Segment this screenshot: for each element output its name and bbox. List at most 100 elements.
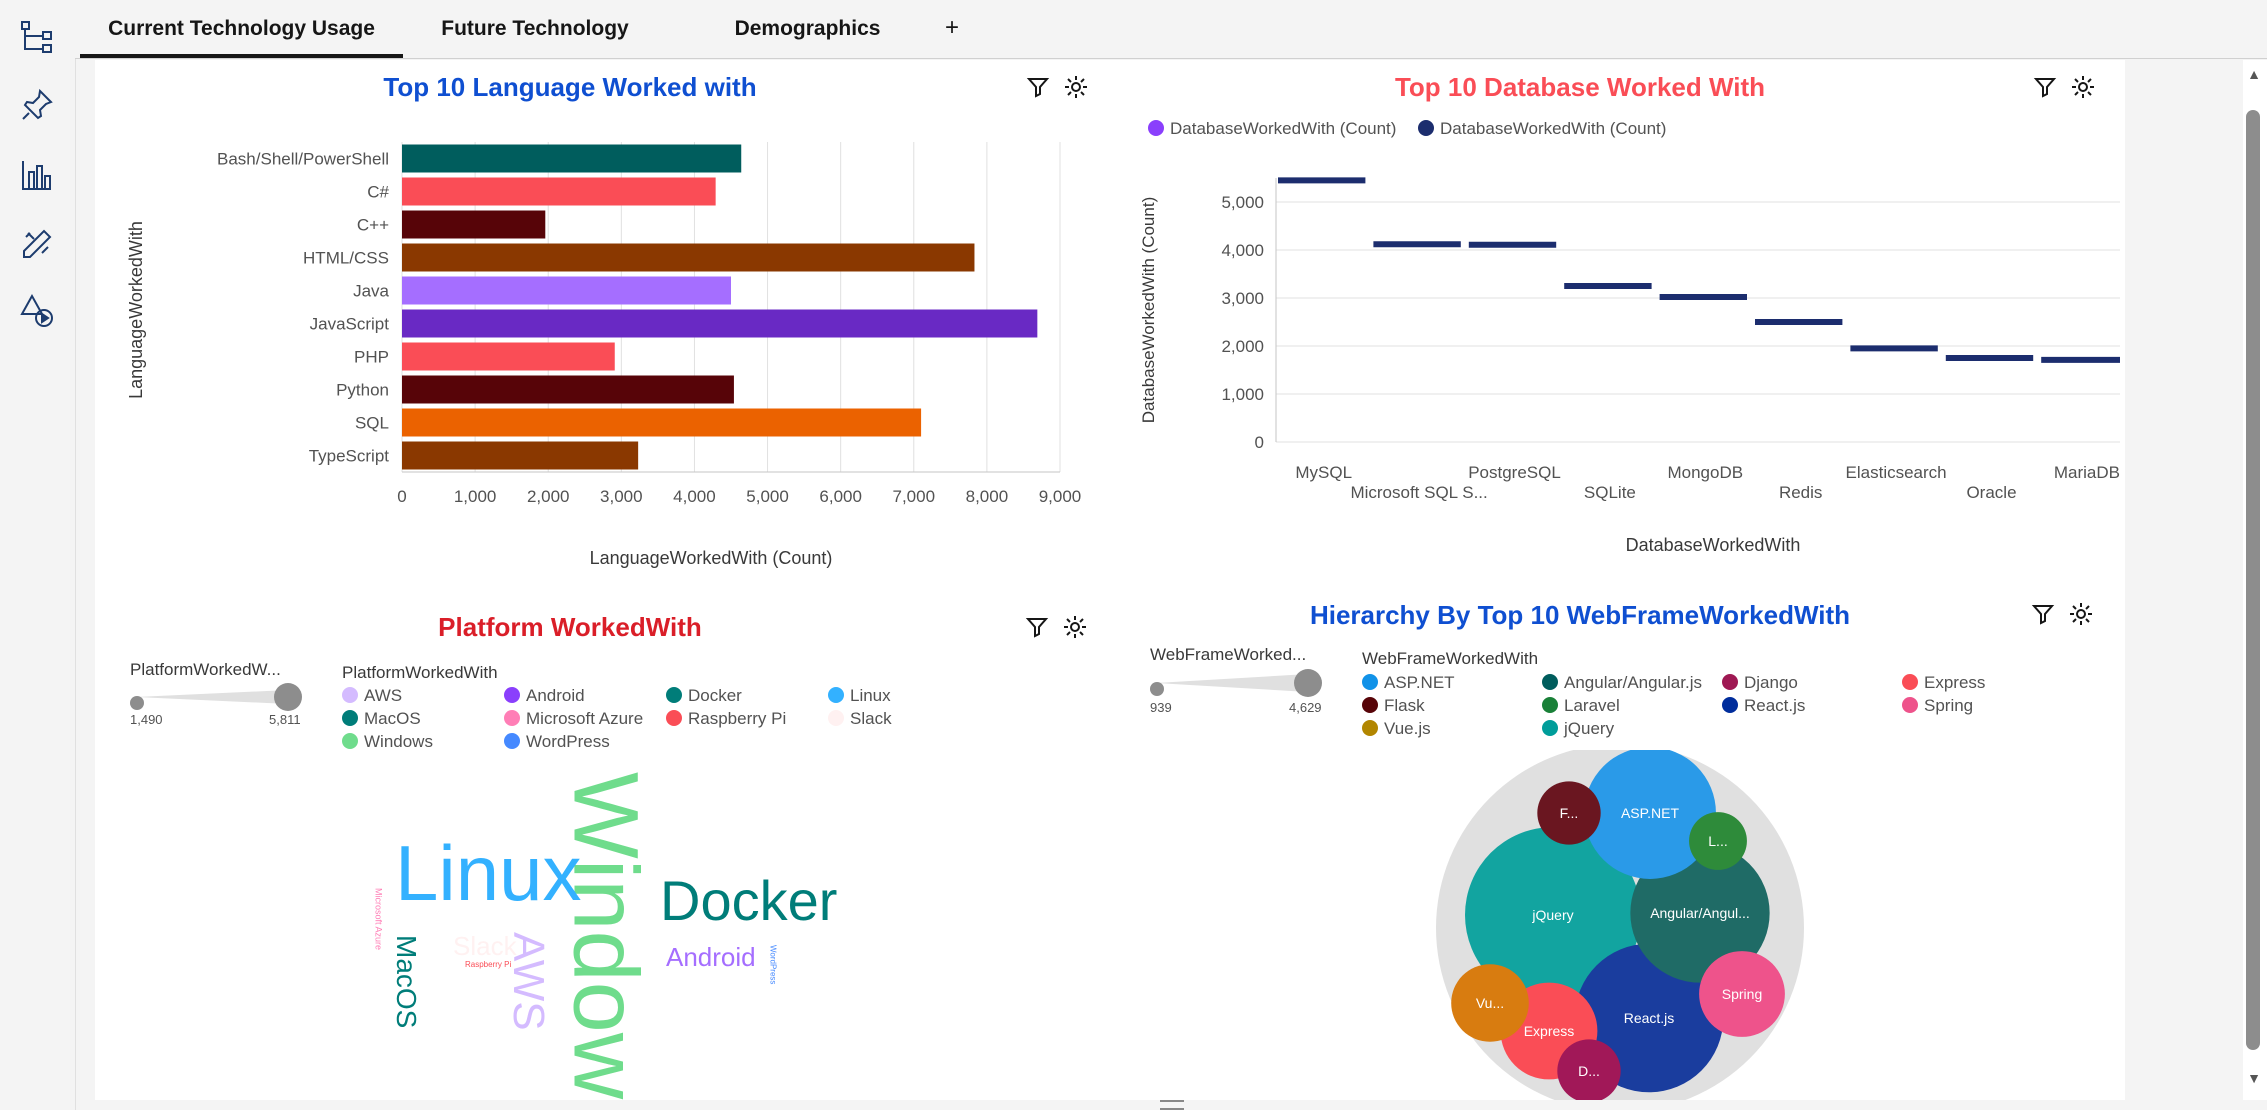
- settings-icon[interactable]: [2070, 74, 2096, 100]
- legend-dot-icon: [1542, 720, 1558, 736]
- legend-item: DatabaseWorkedWith (Count): [1148, 119, 1396, 139]
- scroll-down-icon[interactable]: ▼: [2244, 1070, 2264, 1086]
- legend-item[interactable]: Django: [1722, 673, 1798, 693]
- filter-icon[interactable]: [2030, 601, 2056, 627]
- scroll-up-icon[interactable]: ▲: [2244, 66, 2264, 82]
- add-tab-button[interactable]: +: [945, 0, 959, 58]
- legend-item[interactable]: Linux: [828, 686, 891, 706]
- legend-item[interactable]: MacOS: [342, 709, 421, 729]
- scrollbar-thumb[interactable]: [2246, 110, 2260, 1050]
- bar[interactable]: [402, 309, 1038, 338]
- y-tick-label: Java: [353, 282, 389, 301]
- settings-icon[interactable]: [2068, 601, 2094, 627]
- word-cloud-word[interactable]: Slack: [453, 931, 518, 961]
- word-cloud-word[interactable]: Android: [666, 942, 756, 972]
- platform-chart-title: Platform WorkedWith: [438, 612, 702, 642]
- bar[interactable]: [402, 408, 922, 437]
- legend-item[interactable]: Angular/Angular.js: [1542, 673, 1702, 693]
- legend-label: Microsoft Azure: [526, 709, 644, 728]
- legend-item[interactable]: React.js: [1722, 696, 1805, 716]
- resize-handle-icon[interactable]: [1160, 1100, 1184, 1110]
- legend-item[interactable]: Vue.js: [1362, 719, 1431, 739]
- tab-demographics[interactable]: Demographics: [720, 0, 895, 58]
- design-icon[interactable]: [18, 225, 56, 263]
- legend-dot-icon: [1902, 674, 1918, 690]
- word-cloud-word[interactable]: WordPress: [768, 945, 777, 984]
- legend-dot-icon: [504, 710, 520, 726]
- legend-item[interactable]: jQuery: [1542, 719, 1614, 739]
- x-tick-label: Oracle: [1966, 483, 2016, 502]
- legend-dot-icon: [828, 710, 844, 726]
- bar[interactable]: [402, 276, 731, 305]
- x-tick-label: 2,000: [527, 487, 570, 506]
- legend-dot-icon: [828, 687, 844, 703]
- chart-icon[interactable]: [18, 156, 56, 194]
- bubble-label: Spring: [1722, 986, 1762, 1002]
- x-axis-title: LanguageWorkedWith (Count): [590, 548, 833, 568]
- legend-item[interactable]: Laravel: [1542, 696, 1620, 716]
- legend-dot-icon: [1902, 697, 1918, 713]
- y-tick-label: JavaScript: [310, 315, 390, 334]
- legend-label: ASP.NET: [1384, 673, 1455, 692]
- legend-dot-icon: [504, 733, 520, 749]
- filter-icon[interactable]: [1025, 74, 1051, 100]
- word-cloud-word[interactable]: Linux: [395, 829, 581, 917]
- settings-icon[interactable]: [1062, 614, 1088, 640]
- platform-size-slider[interactable]: [128, 682, 308, 712]
- tree-icon[interactable]: [18, 18, 56, 56]
- left-sidebar: [0, 0, 76, 1110]
- bubble-label: React.js: [1624, 1010, 1675, 1026]
- bubble-label: jQuery: [1531, 907, 1573, 923]
- bubble-label: Angular/Angul...: [1650, 905, 1750, 921]
- legend-item[interactable]: WordPress: [504, 732, 610, 752]
- legend-dot-icon: [666, 687, 682, 703]
- legend-item[interactable]: AWS: [342, 686, 402, 706]
- bubble-label: F...: [1560, 805, 1579, 821]
- bar[interactable]: [402, 177, 716, 206]
- legend-item[interactable]: Windows: [342, 732, 433, 752]
- legend-item[interactable]: Express: [1902, 673, 1985, 693]
- legend-dot-icon: [1362, 674, 1378, 690]
- legend-item[interactable]: Docker: [666, 686, 742, 706]
- legend-item[interactable]: Raspberry Pi: [666, 709, 786, 729]
- pin-icon[interactable]: [18, 86, 56, 124]
- legend-item[interactable]: Slack: [828, 709, 892, 729]
- tab-future-technology-trend[interactable]: Future Technology Trend: [415, 0, 655, 98]
- legend-item[interactable]: Microsoft Azure: [504, 709, 643, 729]
- bar[interactable]: [402, 375, 734, 404]
- word-cloud-word[interactable]: Raspberry Pi: [465, 960, 511, 969]
- y-tick-label: 1,000: [1221, 385, 1264, 404]
- bar[interactable]: [402, 144, 742, 173]
- bar[interactable]: [402, 342, 615, 371]
- y-tick-label: 2,000: [1221, 337, 1264, 356]
- legend-label: Docker: [688, 686, 742, 705]
- word-cloud-word[interactable]: Docker: [660, 869, 837, 932]
- x-tick-label: SQLite: [1584, 483, 1636, 502]
- filter-icon[interactable]: [1024, 614, 1050, 640]
- webframe-size-slider[interactable]: [1148, 668, 1328, 698]
- y-tick-label: 5,000: [1221, 193, 1264, 212]
- x-tick-label: MariaDB: [2054, 463, 2120, 482]
- bubble-label: D...: [1578, 1063, 1600, 1079]
- x-tick-label: 1,000: [454, 487, 497, 506]
- y-tick-label: HTML/CSS: [303, 249, 389, 268]
- settings-icon[interactable]: [1063, 74, 1089, 100]
- x-tick-label: 0: [397, 487, 406, 506]
- legend-item[interactable]: Android: [504, 686, 585, 706]
- bar[interactable]: [402, 210, 546, 239]
- legend-item[interactable]: ASP.NET: [1362, 673, 1455, 693]
- bar[interactable]: [402, 441, 639, 470]
- word-cloud-word[interactable]: MacOS: [391, 935, 422, 1028]
- legend-label: Laravel: [1564, 696, 1620, 715]
- tab-current-technology-usage[interactable]: Current Technology Usage: [80, 0, 403, 58]
- filter-icon[interactable]: [2032, 74, 2058, 100]
- legend-label: Spring: [1924, 696, 1974, 715]
- word-cloud-word[interactable]: Microsoft Azure: [374, 888, 384, 950]
- shapes-icon[interactable]: [18, 292, 56, 330]
- legend-dot-icon: [1418, 120, 1434, 136]
- legend-item[interactable]: Spring: [1902, 696, 1973, 716]
- bar[interactable]: [402, 243, 975, 272]
- legend-label: React.js: [1744, 696, 1806, 715]
- legend-item[interactable]: Flask: [1362, 696, 1425, 716]
- word-cloud-word[interactable]: Windows: [554, 772, 656, 1100]
